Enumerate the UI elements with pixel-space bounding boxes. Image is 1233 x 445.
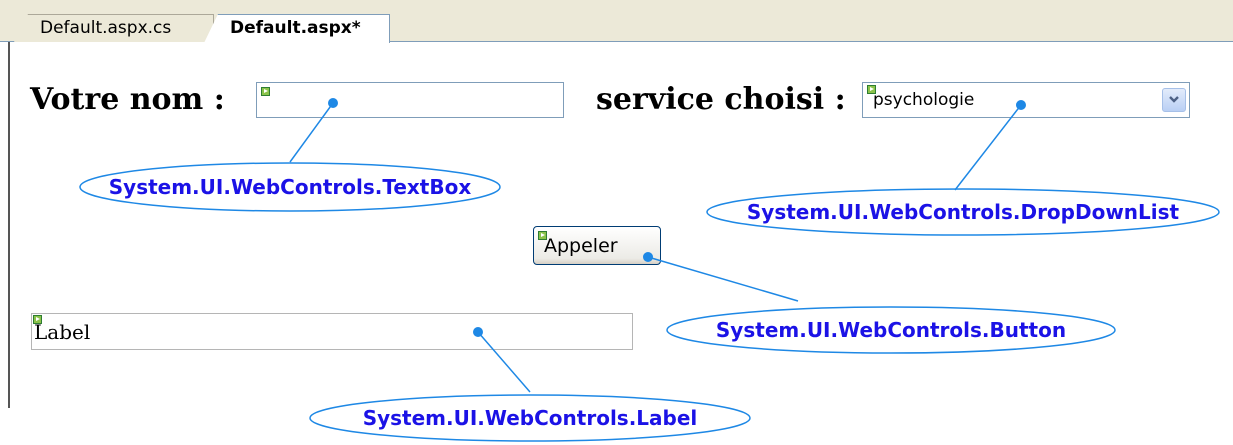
label-callout-leader: [477, 331, 531, 393]
textbox-callout-dot: [328, 98, 338, 108]
dropdown-callout-text: System.UI.WebControls.DropDownList: [747, 200, 1180, 224]
label-callout-dot: [473, 327, 483, 337]
button-callout-leader: [647, 256, 799, 302]
button-callout-dot: [643, 252, 653, 262]
textbox-callout-leader: [289, 102, 334, 163]
dropdown-callout-leader: [954, 104, 1022, 191]
label-callout-text: System.UI.WebControls.Label: [363, 406, 698, 430]
dropdown-callout-dot: [1016, 100, 1026, 110]
callout-overlay: System.UI.WebControls.TextBox System.UI.…: [79, 98, 1220, 442]
button-callout-text: System.UI.WebControls.Button: [716, 318, 1066, 342]
textbox-callout-text: System.UI.WebControls.TextBox: [109, 175, 472, 199]
